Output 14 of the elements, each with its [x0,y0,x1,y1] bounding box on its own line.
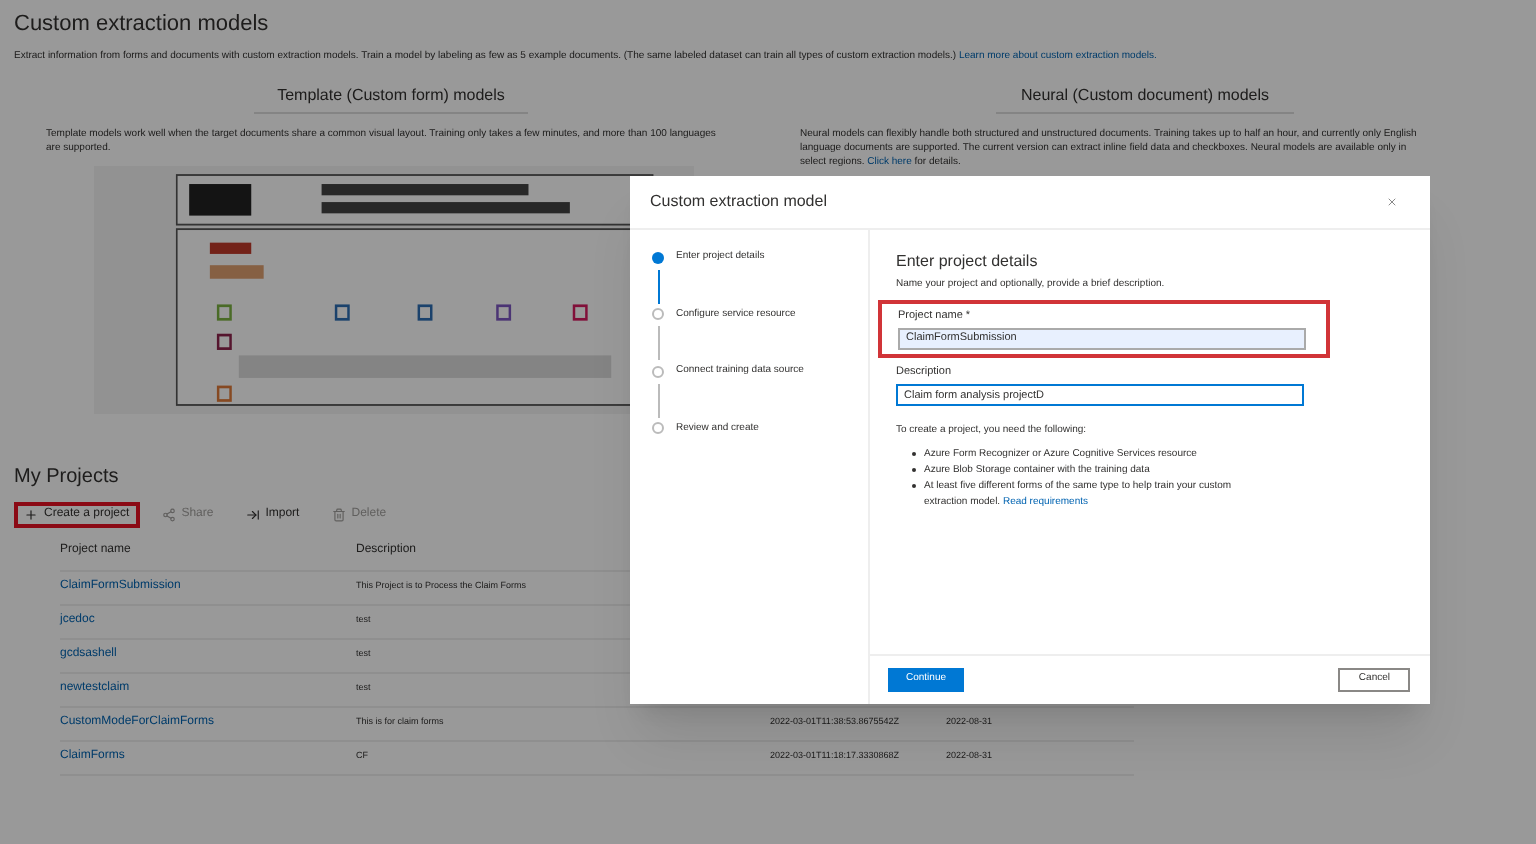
dialog-heading: Enter project details [896,250,1040,274]
step-line [657,326,659,360]
step-line [657,269,659,303]
trash-icon [331,507,346,521]
page-title: Custom extraction models [14,10,271,38]
share-icon [161,507,176,521]
dialog-title: Custom extraction model [650,190,827,214]
arrow-icon [245,507,260,521]
step-line [657,383,659,417]
section-heading: Template (Custom form) models [253,83,529,113]
close-icon[interactable] [1386,196,1398,208]
plus-icon [24,507,38,521]
section-heading: Neural (Custom document) models [996,83,1294,113]
projects-heading: My Projects [14,463,119,491]
